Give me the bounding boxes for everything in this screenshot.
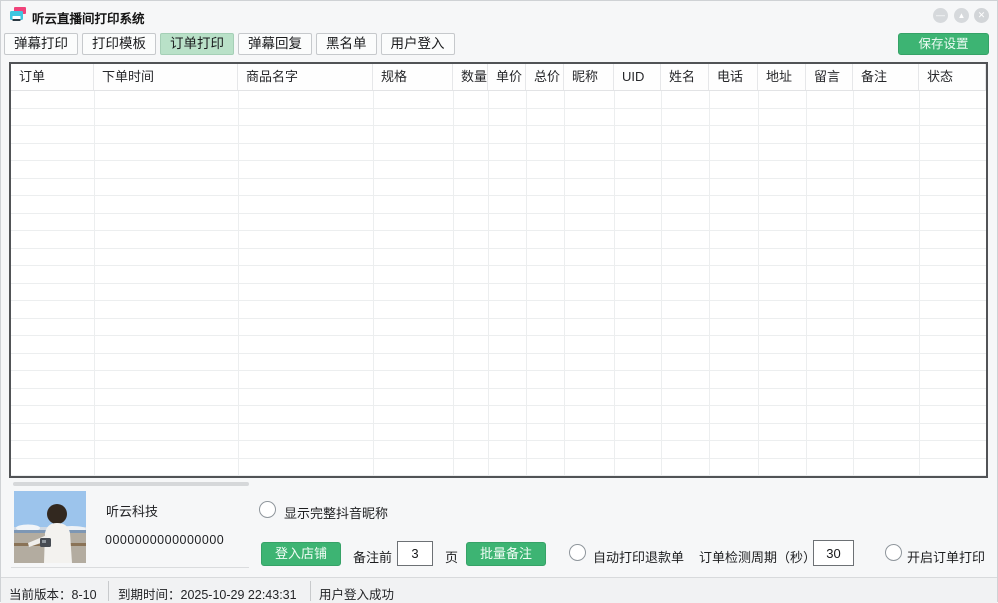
table-row <box>11 196 986 214</box>
table-row <box>11 179 986 197</box>
column-separator <box>614 91 615 476</box>
batch-note-button[interactable]: 批量备注 <box>466 542 546 566</box>
tab-bar: 弹幕打印打印模板订单打印弹幕回复黑名单用户登入 <box>4 33 455 55</box>
table-header: 订单下单时间商品名字规格数量单价总价昵称UID姓名电话地址留言备注状态 <box>11 64 986 91</box>
column-header-9[interactable]: 姓名 <box>661 64 709 90</box>
account-uid: 0000000000000000 <box>105 533 224 547</box>
save-settings-button[interactable]: 保存设置 <box>898 33 989 55</box>
column-separator <box>853 91 854 476</box>
check-interval-input[interactable] <box>813 540 854 566</box>
show-full-nickname-radio[interactable] <box>259 501 276 518</box>
table-row <box>11 249 986 267</box>
tab-4[interactable]: 黑名单 <box>316 33 377 55</box>
column-separator <box>806 91 807 476</box>
table-row <box>11 354 986 372</box>
tab-2[interactable]: 订单打印 <box>160 33 234 55</box>
column-header-7[interactable]: 昵称 <box>564 64 614 90</box>
table-row <box>11 319 986 337</box>
login-shop-button[interactable]: 登入店铺 <box>261 542 341 566</box>
status-divider <box>310 581 311 601</box>
auto-print-refund-label: 自动打印退款单 <box>593 547 684 566</box>
column-header-14[interactable]: 状态 <box>919 64 986 90</box>
table-row <box>11 161 986 179</box>
show-full-nickname-label: 显示完整抖音昵称 <box>284 503 388 522</box>
title-bar: 听云直播间打印系统 — ▲ ✕ <box>1 1 997 29</box>
column-separator <box>526 91 527 476</box>
tab-3[interactable]: 弹幕回复 <box>238 33 312 55</box>
column-separator <box>919 91 920 476</box>
table-row <box>11 336 986 354</box>
column-separator <box>488 91 489 476</box>
table-row <box>11 389 986 407</box>
column-separator <box>238 91 239 476</box>
app-window: { "window": { "title": "听云直播间打印系统", "con… <box>0 0 998 602</box>
printer-app-icon <box>9 6 27 24</box>
note-prefix-label: 备注前 <box>353 547 392 566</box>
account-name: 听云科技 <box>106 501 158 520</box>
column-header-11[interactable]: 地址 <box>758 64 806 90</box>
maximize-button[interactable]: ▲ <box>954 8 969 23</box>
close-button[interactable]: ✕ <box>974 8 989 23</box>
table-row <box>11 284 986 302</box>
table-row <box>11 126 986 144</box>
pages-suffix-label: 页 <box>445 547 458 566</box>
enable-order-print-label: 开启订单打印 <box>907 547 985 566</box>
column-separator <box>709 91 710 476</box>
table-row <box>11 231 986 249</box>
auto-print-refund-radio[interactable] <box>569 544 586 561</box>
column-header-8[interactable]: UID <box>614 64 661 90</box>
status-version: 当前版本：8-10 <box>9 584 97 603</box>
column-header-2[interactable]: 商品名字 <box>238 64 373 90</box>
column-separator <box>661 91 662 476</box>
column-header-0[interactable]: 订单 <box>11 64 94 90</box>
column-header-13[interactable]: 备注 <box>853 64 919 90</box>
column-header-4[interactable]: 数量 <box>453 64 488 90</box>
status-divider <box>108 581 109 601</box>
table-row <box>11 266 986 284</box>
table-row <box>11 441 986 459</box>
table-row <box>11 301 986 319</box>
status-login-message: 用户登入成功 <box>319 584 394 603</box>
horizontal-scrollbar-thumb[interactable] <box>13 482 249 486</box>
column-header-12[interactable]: 留言 <box>806 64 853 90</box>
account-avatar <box>14 491 86 563</box>
window-title: 听云直播间打印系统 <box>32 8 145 27</box>
table-row <box>11 109 986 127</box>
table-row <box>11 91 986 109</box>
column-header-10[interactable]: 电话 <box>709 64 758 90</box>
account-card: 听云科技 0000000000000000 <box>11 488 249 568</box>
column-header-3[interactable]: 规格 <box>373 64 453 90</box>
tab-0[interactable]: 弹幕打印 <box>4 33 78 55</box>
table-row <box>11 459 986 477</box>
enable-order-print-radio[interactable] <box>885 544 902 561</box>
check-interval-label: 订单检测周期（秒） <box>699 547 816 566</box>
tab-5[interactable]: 用户登入 <box>381 33 455 55</box>
tab-1[interactable]: 打印模板 <box>82 33 156 55</box>
table-body <box>11 91 986 476</box>
column-separator <box>758 91 759 476</box>
orders-table: 订单下单时间商品名字规格数量单价总价昵称UID姓名电话地址留言备注状态 <box>9 62 988 478</box>
table-row <box>11 424 986 442</box>
column-separator <box>373 91 374 476</box>
note-pages-input[interactable] <box>397 541 433 566</box>
column-separator <box>564 91 565 476</box>
table-row <box>11 144 986 162</box>
status-expire-time: 到期时间：2025-10-29 22:43:31 <box>118 584 297 603</box>
minimize-button[interactable]: — <box>933 8 948 23</box>
table-row <box>11 406 986 424</box>
status-bar: 当前版本：8-10 到期时间：2025-10-29 22:43:31 用户登入成… <box>1 577 997 603</box>
column-header-6[interactable]: 总价 <box>526 64 564 90</box>
column-header-1[interactable]: 下单时间 <box>94 64 238 90</box>
table-row <box>11 371 986 389</box>
column-separator <box>94 91 95 476</box>
column-separator <box>453 91 454 476</box>
column-header-5[interactable]: 单价 <box>488 64 526 90</box>
table-row <box>11 214 986 232</box>
